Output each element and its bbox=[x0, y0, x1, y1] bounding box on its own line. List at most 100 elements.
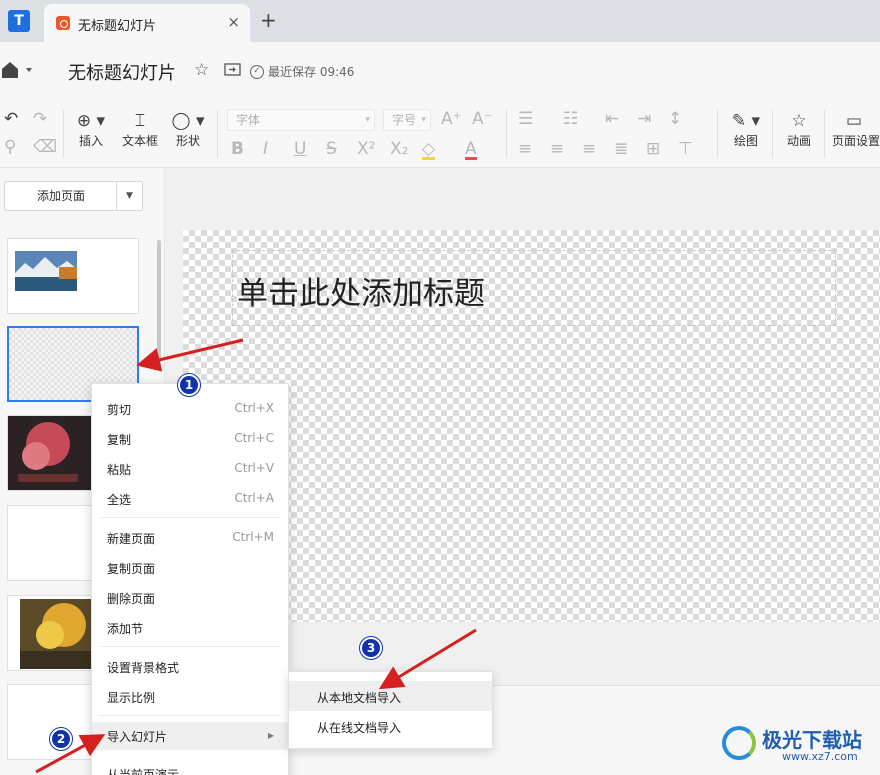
import-from-online-document[interactable]: 从在线文档导入 bbox=[289, 711, 492, 741]
underline-icon[interactable]: U bbox=[294, 138, 306, 160]
italic-icon[interactable]: I bbox=[263, 138, 268, 160]
menu-item-label: 新建页面 bbox=[107, 532, 156, 546]
page-setup-button[interactable]: ▭ 页面设置 bbox=[832, 110, 880, 149]
format-painter-icon[interactable]: ⚲ bbox=[4, 136, 16, 158]
align-left-icon[interactable]: ≡ bbox=[518, 138, 532, 160]
subscript-icon[interactable]: X₂ bbox=[390, 138, 408, 160]
menu-item-zoom-ratio[interactable]: 显示比例 bbox=[92, 683, 288, 711]
toolbar-divider bbox=[824, 110, 825, 158]
add-page-button[interactable]: 添加页面 ▼ bbox=[4, 181, 143, 211]
watermark-logo-icon bbox=[722, 726, 756, 760]
menu-item-label: 设置背景格式 bbox=[107, 661, 180, 675]
slide-thumbnail[interactable] bbox=[7, 238, 139, 314]
menu-item-duplicate-page[interactable]: 复制页面 bbox=[92, 554, 288, 582]
toolbar-divider bbox=[506, 110, 507, 158]
thumbnail-image bbox=[15, 251, 77, 291]
indent-icon[interactable]: ⇥ bbox=[637, 108, 651, 130]
submenu-item-label: 从在线文档导入 bbox=[317, 721, 402, 735]
save-status-text: 最近保存 09:46 bbox=[268, 65, 355, 79]
new-tab-icon[interactable]: + bbox=[260, 8, 277, 32]
step-badge-3: 3 bbox=[360, 637, 382, 659]
toolbar-divider bbox=[772, 110, 773, 158]
increase-font-icon[interactable]: A⁺ bbox=[441, 108, 462, 130]
textbox-button[interactable]: ⌶ 文本框 bbox=[119, 110, 161, 149]
menu-item-shortcut: Ctrl+A bbox=[234, 491, 274, 505]
outdent-icon[interactable]: ⇤ bbox=[605, 108, 619, 130]
justify-icon[interactable]: ≣ bbox=[614, 138, 628, 160]
menu-divider bbox=[100, 646, 280, 647]
bold-icon[interactable]: B bbox=[231, 138, 244, 160]
thumbnail-scrollbar[interactable] bbox=[157, 240, 161, 370]
menu-item-select-all[interactable]: 全选 Ctrl+A bbox=[92, 485, 288, 513]
menu-item-copy[interactable]: 复制 Ctrl+C bbox=[92, 425, 288, 453]
undo-icon[interactable]: ↶ bbox=[4, 108, 18, 130]
textbox-label: 文本框 bbox=[121, 134, 158, 148]
shape-label: 形状 bbox=[175, 134, 200, 148]
menu-item-label: 复制页面 bbox=[107, 562, 156, 576]
menu-item-present-from-current[interactable]: 从当前页演示 bbox=[92, 760, 288, 775]
menu-item-shortcut: Ctrl+X bbox=[234, 401, 274, 415]
tab-bar: T 无标题幻灯片 × + bbox=[0, 0, 880, 42]
redo-icon[interactable]: ↷ bbox=[33, 108, 47, 130]
menu-item-background-format[interactable]: 设置背景格式 bbox=[92, 653, 288, 681]
menu-item-shortcut: Ctrl+C bbox=[234, 431, 274, 445]
move-folder-icon[interactable] bbox=[224, 62, 241, 76]
shape-icon: ◯ ▾ bbox=[171, 111, 205, 131]
app-logo-icon[interactable]: T bbox=[8, 10, 30, 32]
menu-item-add-section[interactable]: 添加节 bbox=[92, 614, 288, 642]
clear-format-icon[interactable]: ⌫ bbox=[33, 136, 57, 158]
slide-title-placeholder[interactable]: 单击此处添加标题 bbox=[237, 268, 485, 313]
toolbar-divider bbox=[63, 110, 64, 158]
menu-item-shortcut: Ctrl+V bbox=[234, 461, 274, 475]
bullet-list-icon[interactable]: ☰ bbox=[518, 108, 533, 130]
tab-title: 无标题幻灯片 bbox=[78, 19, 157, 34]
saved-check-icon: ✓ bbox=[250, 64, 264, 79]
context-menu: 剪切 Ctrl+X 复制 Ctrl+C 粘贴 Ctrl+V 全选 Ctrl+A … bbox=[91, 383, 289, 775]
draw-button[interactable]: ✎ ▾ 绘图 bbox=[727, 110, 765, 149]
animation-star-icon: ☆ bbox=[791, 111, 807, 131]
slides-file-icon bbox=[56, 16, 70, 30]
step-badge-2: 2 bbox=[50, 728, 72, 750]
thumbnail-image bbox=[8, 416, 92, 490]
distribute-icon[interactable]: ⊞ bbox=[646, 138, 660, 160]
menu-item-paste[interactable]: 粘贴 Ctrl+V bbox=[92, 455, 288, 483]
import-from-local-document[interactable]: 从本地文档导入 bbox=[289, 681, 492, 711]
home-icon[interactable] bbox=[0, 58, 38, 82]
numbered-list-icon[interactable]: ☷ bbox=[563, 108, 578, 130]
site-watermark: 极光下载站 www.xz7.com bbox=[722, 722, 872, 766]
toolbar-divider bbox=[717, 110, 718, 158]
animation-button[interactable]: ☆ 动画 bbox=[783, 110, 815, 149]
align-center-icon[interactable]: ≡ bbox=[550, 138, 564, 160]
menu-item-delete-page[interactable]: 删除页面 bbox=[92, 584, 288, 612]
decrease-font-icon[interactable]: A⁻ bbox=[472, 108, 493, 130]
shape-button[interactable]: ◯ ▾ 形状 bbox=[168, 110, 208, 149]
font-size-select[interactable]: 字号 bbox=[383, 109, 431, 131]
menu-item-label: 显示比例 bbox=[107, 691, 156, 705]
font-color-icon[interactable]: A bbox=[465, 138, 477, 160]
import-submenu: 从本地文档导入 从在线文档导入 bbox=[288, 671, 493, 749]
menu-item-new-page[interactable]: 新建页面 Ctrl+M bbox=[92, 524, 288, 552]
strikethrough-icon[interactable]: S bbox=[326, 138, 337, 160]
submenu-arrow-icon: ▸ bbox=[267, 728, 274, 742]
menu-divider bbox=[100, 715, 280, 716]
animation-label: 动画 bbox=[786, 134, 811, 148]
insert-button[interactable]: ⊕ ▾ 插入 bbox=[72, 110, 110, 149]
menu-item-label: 剪切 bbox=[107, 403, 132, 417]
watermark-name: 极光下载站 bbox=[762, 728, 862, 752]
document-tab[interactable]: 无标题幻灯片 × bbox=[44, 4, 250, 42]
toolbar-divider bbox=[217, 110, 218, 158]
line-spacing-icon[interactable]: ↕ bbox=[668, 108, 682, 130]
vertical-align-icon[interactable]: ⊤ bbox=[678, 138, 693, 160]
document-title[interactable]: 无标题幻灯片 bbox=[68, 59, 176, 85]
menu-item-label: 添加节 bbox=[107, 622, 144, 636]
chevron-down-icon[interactable]: ▼ bbox=[116, 182, 142, 210]
menu-item-import-slides[interactable]: 导入幻灯片 ▸ bbox=[92, 722, 288, 750]
font-family-select[interactable]: 字体 bbox=[227, 109, 375, 131]
superscript-icon[interactable]: X² bbox=[357, 138, 375, 160]
align-right-icon[interactable]: ≡ bbox=[582, 138, 596, 160]
star-icon[interactable]: ☆ bbox=[194, 60, 209, 80]
menu-item-cut[interactable]: 剪切 Ctrl+X bbox=[92, 395, 288, 423]
close-tab-icon[interactable]: × bbox=[227, 13, 240, 31]
highlight-icon[interactable]: ◇ bbox=[422, 138, 436, 160]
add-page-label: 添加页面 bbox=[36, 189, 85, 203]
